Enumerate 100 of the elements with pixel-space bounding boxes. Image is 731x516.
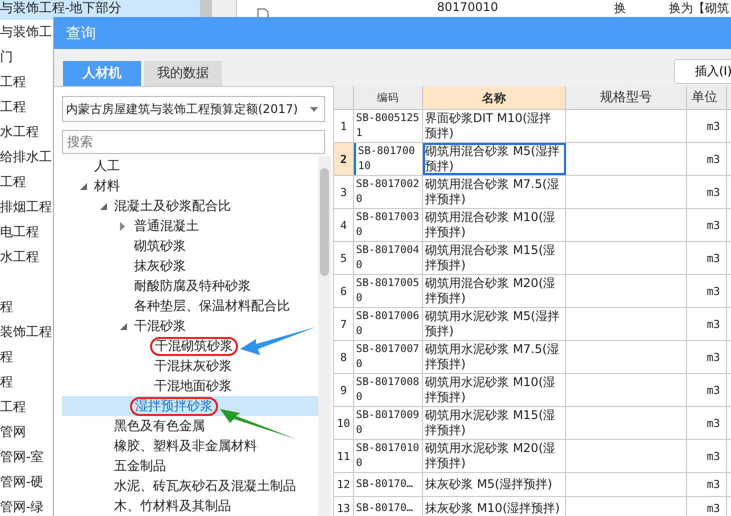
table-cell: m3 [687,374,727,406]
row-number: 3 [334,176,354,208]
tree-item[interactable]: 砌筑砂浆 [133,239,187,254]
tree-item[interactable]: 木、竹材料及其制品 [113,499,232,514]
row-number: 1 [334,110,354,142]
table-cell: 砌筑用混合砂浆 M10(湿拌预拌) [423,209,566,241]
tree-item[interactable]: 干混抹灰砂浆 [153,359,233,374]
table-cell: m3 [687,275,727,307]
expand-icon[interactable] [120,222,125,230]
table-cell: 砌筑用水泥砂浆 M15(湿拌预拌) [423,407,566,439]
table-cell: m3 [687,341,727,373]
table-cell: SB-80170… [354,473,423,496]
column-header[interactable]: 名称 [423,86,566,109]
project-item[interactable]: 电工程 [0,225,39,240]
search-field[interactable]: 搜索 [62,130,325,154]
table-cell: m3 [687,440,727,472]
table-cell: SB-80170050 [354,275,423,307]
column-header[interactable]: 单位 [687,86,727,109]
caret-icon [310,106,318,112]
tree-item[interactable]: 干混砂浆 [133,319,187,334]
table-cell: SB-80170070 [354,341,423,373]
project-item[interactable]: 工程 [0,400,26,415]
tree-item[interactable]: 人工 [93,159,121,174]
tree-item[interactable]: 抹灰砂浆 [133,259,187,274]
row-number: 7 [334,308,354,340]
project-item[interactable]: 程 [0,350,13,365]
table-cell: 砌筑用水泥砂浆 M20(湿拌预拌) [423,440,566,472]
project-item[interactable]: 程 [0,375,13,390]
project-item[interactable]: 排烟工程 [0,200,52,215]
collapse-icon[interactable] [80,182,87,190]
column-header[interactable]: 规格型号 [566,86,687,109]
row-number: 6 [334,275,354,307]
table-cell: m3 [687,497,727,516]
project-item[interactable]: 管网 [0,425,26,440]
table-cell: 砌筑用混合砂浆 M20(湿拌预拌) [423,275,566,307]
collapse-icon[interactable] [120,322,127,330]
table-cell: SB-80170… [354,497,423,516]
table-cell: 砌筑用混合砂浆 M5(湿拌预拌) [423,143,566,175]
table-cell: 砌筑用混合砂浆 M7.5(湿拌预拌) [423,176,566,208]
project-item[interactable]: 管网-硬 [0,475,44,490]
insert-button[interactable]: 插入(I) [674,59,731,84]
project-item[interactable]: 工程 [0,175,26,190]
project-item[interactable]: 管网-室 [0,450,44,465]
tree-item[interactable]: 各种垫层、保温材料配合比 [133,299,291,314]
table-cell: m3 [687,176,727,208]
project-item[interactable]: 装饰工程 [0,325,52,340]
tab[interactable]: 我的数据 [144,61,222,86]
table-cell: SB-80051251 [354,110,423,142]
row-number: 2 [334,143,354,175]
tree-item[interactable]: 混凝土及砂浆配合比 [113,199,232,214]
project-item[interactable]: 给排水工 [0,150,52,165]
project-item[interactable]: 与装饰工 [0,25,52,40]
table-cell: 砌筑用混合砂浆 M15(湿拌预拌) [423,242,566,274]
tree-item[interactable]: 黑色及有色金属 [113,419,206,434]
library-dropdown[interactable]: 内蒙古房屋建筑与装饰工程预算定额(2017) [62,96,325,122]
tree-item[interactable]: 湿拌预拌砂浆 [130,397,218,416]
table-cell: m3 [687,242,727,274]
project-item[interactable]: 水工程 [0,250,39,265]
table-cell: 换 [614,0,626,17]
table-cell: 80170010 [437,0,498,14]
tree-item[interactable]: 耐酸防腐及特种砂浆 [133,279,252,294]
tree-item[interactable]: 干混地面砂浆 [153,379,233,394]
row-number: 4 [334,209,354,241]
table-cell: SB-80170100 [354,440,423,472]
project-item[interactable]: 门 [0,50,13,65]
row-number: 5 [334,242,354,274]
project-item[interactable]: 水工程 [0,125,39,140]
table-cell: m3 [687,143,727,175]
row-number: 10 [334,407,354,439]
tree-item[interactable]: 普通混凝土 [133,219,200,234]
table-cell: m3 [687,308,727,340]
project-item[interactable]: 工程 [0,75,26,90]
table-cell: 抹灰砂浆 M5(湿拌预拌) [423,473,566,496]
row-number: 12 [334,473,354,496]
table-cell: 抹灰砂浆 M10(湿拌预拌) [423,497,566,516]
project-item[interactable]: 管网-绿 [0,500,44,515]
table-cell: 界面砂浆DIT M10(湿拌预拌) [423,110,566,142]
table-cell: SB-80170060 [354,308,423,340]
table-cell: SB-80170020 [354,176,423,208]
table-cell: 砌筑用水泥砂浆 M5(湿拌预拌) [423,308,566,340]
tree-item[interactable]: 橡胶、塑料及非金属材料 [113,439,258,454]
table-cell: SB-80170040 [354,242,423,274]
table-cell: 砌筑用水泥砂浆 M10(湿拌预拌) [423,374,566,406]
row-number: 11 [334,440,354,472]
scrollbar[interactable] [318,156,331,516]
table-cell: SB-80170090 [354,407,423,439]
table-cell: m3 [687,407,727,439]
row-number: 13 [334,497,354,516]
table-cell: SB-80170030 [354,209,423,241]
table-cell: SB-80170080 [354,374,423,406]
tree-item[interactable]: 干混砌筑砂浆 [150,337,238,356]
project-item[interactable]: 程 [0,300,13,315]
table-cell: 换为【砌筑 [669,0,729,17]
collapse-icon[interactable] [100,202,107,210]
project-item[interactable]: 工程 [0,100,26,115]
table-cell: 砌筑用水泥砂浆 M7.5(湿拌预拌) [423,341,566,373]
tree-item[interactable]: 材料 [93,179,121,194]
tree-item[interactable]: 五金制品 [113,459,167,474]
tree-item[interactable]: 水泥、砖瓦灰砂石及混凝土制品 [113,479,297,494]
table-cell: SB-80170010 [354,143,423,175]
